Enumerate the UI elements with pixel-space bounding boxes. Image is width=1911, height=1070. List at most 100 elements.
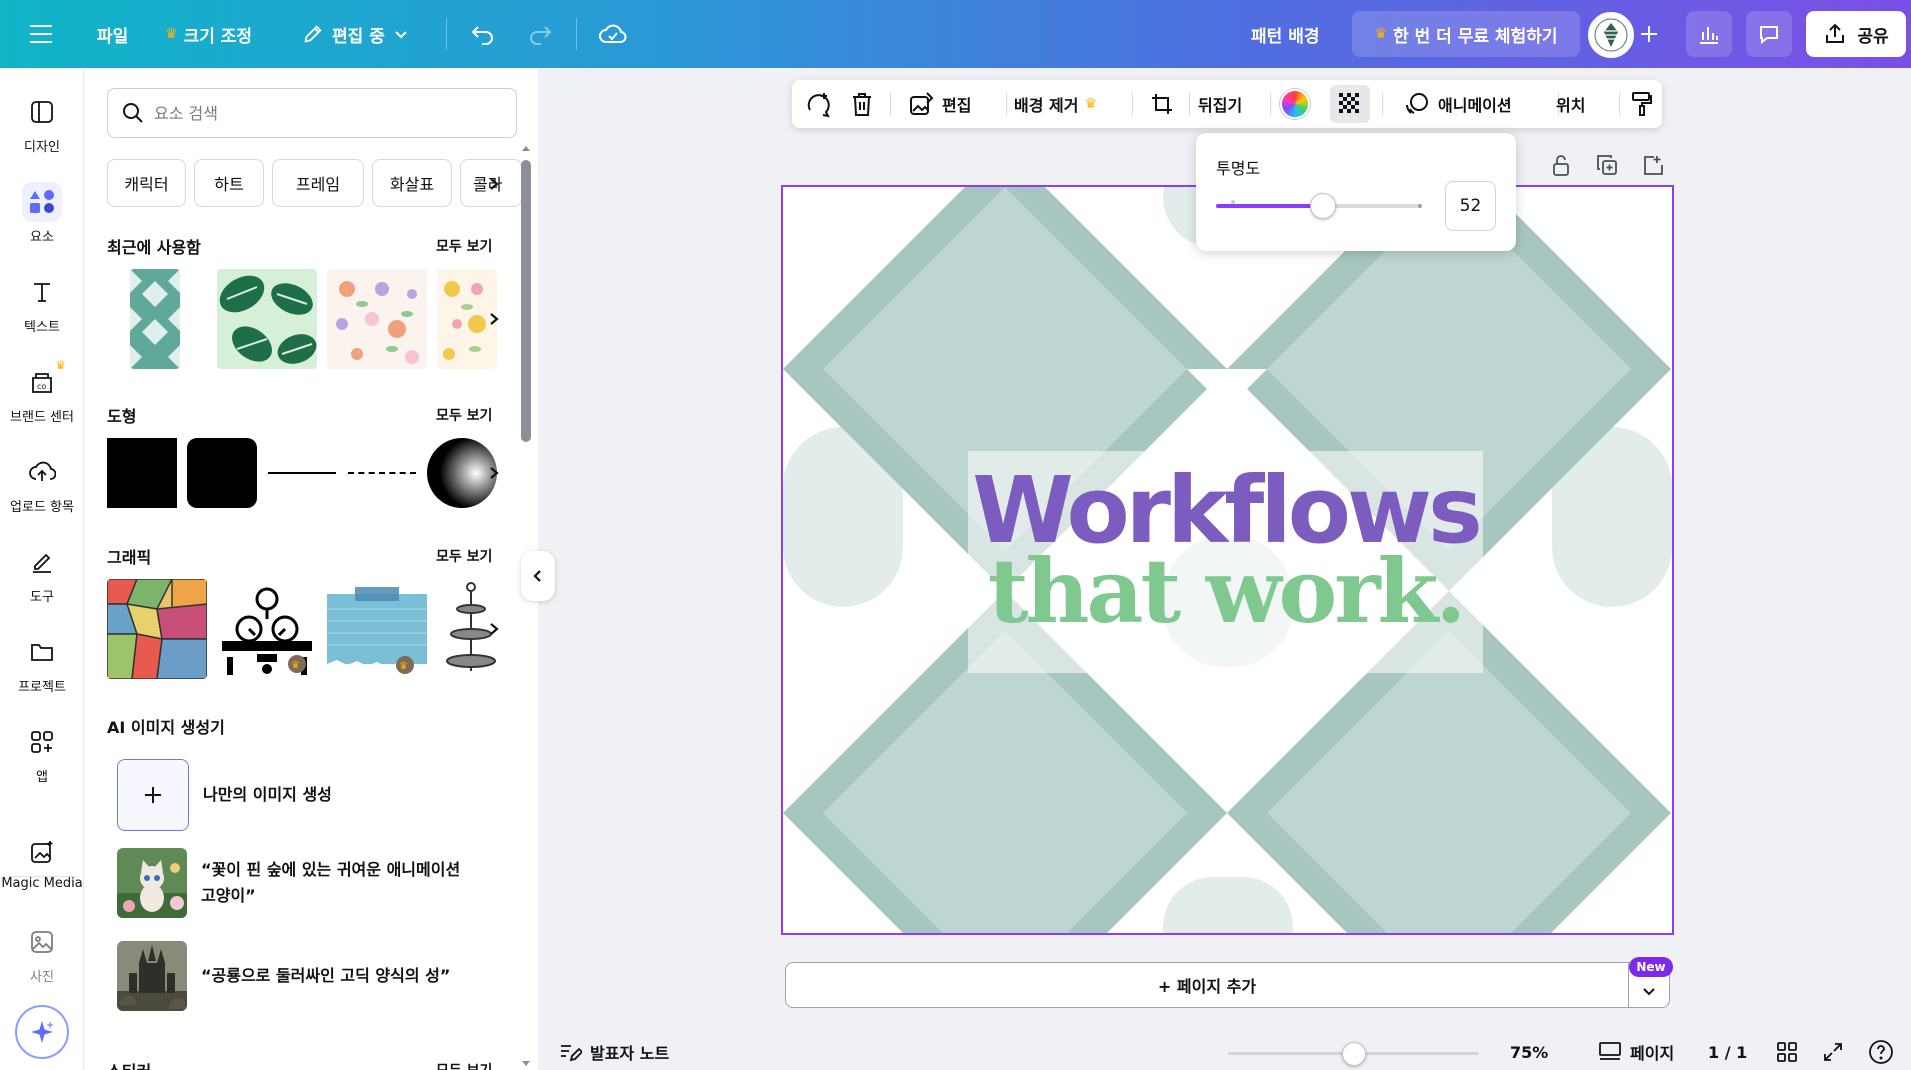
edit-image-button[interactable]: 편집 [908,80,971,128]
menu-button[interactable] [28,0,54,68]
transparency-slider-knob[interactable] [1310,193,1337,219]
grid-view-button[interactable] [1776,1034,1798,1070]
zoom-slider-knob[interactable] [1342,1042,1366,1066]
rail-item-apps[interactable]: 앱 [0,722,84,785]
headline-text-box[interactable]: Workflows that work. [968,451,1483,673]
scroll-down-icon[interactable] [521,1060,531,1068]
create-image-tile[interactable] [117,759,189,831]
duplicate-icon [1597,155,1617,175]
pencil-icon [304,25,322,43]
see-all-graphics[interactable]: 모두 보기 [436,546,492,566]
section-title-stickers: 스티커 [107,1058,151,1070]
add-page-button[interactable] [1640,152,1666,178]
shape-rounded-square[interactable] [187,438,257,508]
free-trial-button[interactable]: ♛ 한 번 더 무료 체험하기 [1352,11,1580,57]
elements-panel: 캐릭터 하트 프레임 화살표 콜라 최근에 사용함 모두 보기 [84,68,538,1070]
recent-next-button[interactable] [479,304,509,334]
shapes-next-button[interactable] [479,458,509,488]
see-all-stickers[interactable]: 모두 보기 [436,1060,492,1070]
recent-item-floral-pastel[interactable] [327,269,427,369]
rail-item-photos[interactable]: 사진 [0,922,84,985]
ai-prompt-gothic-castle[interactable]: “공룡으로 둘러싸인 고딕 양식의 성” [117,941,450,1011]
transparency-button[interactable] [1330,85,1370,123]
ai-edit-button[interactable] [804,80,832,128]
add-page-icon [1644,156,1663,175]
transparency-value-input[interactable]: 52 [1445,181,1496,231]
rail-item-tools[interactable]: 도구 [0,542,84,605]
gothic-castle-thumbnail [117,941,187,1011]
text-icon [34,283,50,302]
color-button[interactable] [1280,80,1310,128]
see-all-recent[interactable]: 모두 보기 [436,236,492,256]
design-canvas[interactable]: Workflows that work. [781,185,1674,935]
new-badge: New [1629,957,1673,977]
rail-item-magic-media[interactable]: Magic Media [0,832,84,891]
duplicate-page-button[interactable] [1594,152,1620,178]
pattern-background-title[interactable]: 패턴 배경 [1251,0,1319,68]
comments-button[interactable] [1746,11,1792,57]
chip-character[interactable]: 캐릭터 [107,159,186,207]
redo-button[interactable] [527,0,553,68]
graphic-mosaic-leaves[interactable] [107,579,207,679]
position-button[interactable]: 위치 [1556,80,1585,128]
recent-item-monstera[interactable] [217,269,317,369]
graphic-bug-illustration[interactable]: ♛ [217,579,317,679]
graphics-next-button[interactable] [479,614,509,644]
ai-create-own-image[interactable]: 나만의 이미지 생성 [117,759,332,831]
search-box[interactable] [107,88,517,138]
remove-background-button[interactable]: 배경 제거 ♛ [1014,80,1097,128]
add-page-bar[interactable]: + 페이지 추가 [785,962,1629,1008]
magic-assistant-button[interactable] [15,1005,69,1059]
avatar[interactable] [1588,12,1634,58]
apps-grid-icon [31,731,53,753]
page-counter[interactable]: 1 / 1 [1708,1034,1747,1070]
svg-text:co: co [37,382,46,391]
rail-item-text[interactable]: 텍스트 [0,272,84,335]
flip-button[interactable]: 뒤집기 [1198,80,1242,128]
headline-line-2[interactable]: that work. [968,545,1483,638]
rail-item-design[interactable]: 디자인 [0,92,84,155]
crop-button[interactable] [1150,80,1174,128]
zoom-level[interactable]: 75% [1510,1034,1548,1070]
graphic-blue-paper[interactable]: ♛ [327,579,427,679]
chip-heart[interactable]: 하트 [194,159,264,207]
rail-item-projects[interactable]: 프로젝트 [0,632,84,695]
help-button[interactable] [1868,1034,1894,1070]
resize-button[interactable]: ♛ 크기 조정 [165,0,252,68]
scroll-up-icon[interactable] [521,144,531,152]
recent-item-diamond-pattern[interactable] [130,269,180,369]
delete-button[interactable] [850,80,874,128]
rail-item-uploads[interactable]: 업로드 항목 [0,452,84,515]
file-menu[interactable]: 파일 [97,0,128,68]
panel-scrollbar[interactable] [521,160,531,442]
presenter-notes-button[interactable]: 발표자 노트 [558,1034,669,1070]
shape-line[interactable] [268,472,336,474]
insights-button[interactable] [1686,11,1732,57]
ai-prompt-anime-cat[interactable]: “꽃이 핀 숲에 있는 귀여운 애니메이션 고양이” [117,848,460,918]
search-input[interactable] [154,103,494,123]
chips-next-button[interactable] [479,169,509,199]
editing-mode-dropdown[interactable]: 편집 중 [302,0,409,68]
fullscreen-button[interactable] [1822,1034,1844,1070]
shape-square[interactable] [107,438,177,508]
shape-dashed-line[interactable] [348,472,416,474]
blue-paper-thumbnail: ♛ [327,579,427,679]
add-collaborator-button[interactable] [1638,0,1660,68]
svg-text:♛: ♛ [399,661,408,672]
see-all-shapes[interactable]: 모두 보기 [436,405,492,425]
rail-item-brand[interactable]: co ♛ 브랜드 센터 [0,358,84,425]
lock-page-button[interactable] [1548,152,1574,178]
pages-button[interactable]: 페이지 [1598,1034,1674,1070]
rail-item-elements[interactable]: 요소 [0,182,84,245]
chip-frame[interactable]: 프레임 [272,159,364,207]
share-button[interactable]: 공유 [1806,11,1906,57]
animate-button[interactable]: 애니메이션 [1404,80,1512,128]
chip-arrow[interactable]: 화살표 [372,159,452,207]
top-bar: 파일 ♛ 크기 조정 편집 중 패턴 배경 ♛ 한 번 더 무료 체험하기 공유 [0,0,1911,68]
undo-button[interactable] [470,0,496,68]
checkerboard-icon [1339,93,1359,113]
redo-icon [530,26,552,45]
cloud-save-status[interactable] [598,0,628,68]
collapse-panel-button[interactable] [521,551,555,601]
copy-style-button[interactable] [1630,80,1654,128]
